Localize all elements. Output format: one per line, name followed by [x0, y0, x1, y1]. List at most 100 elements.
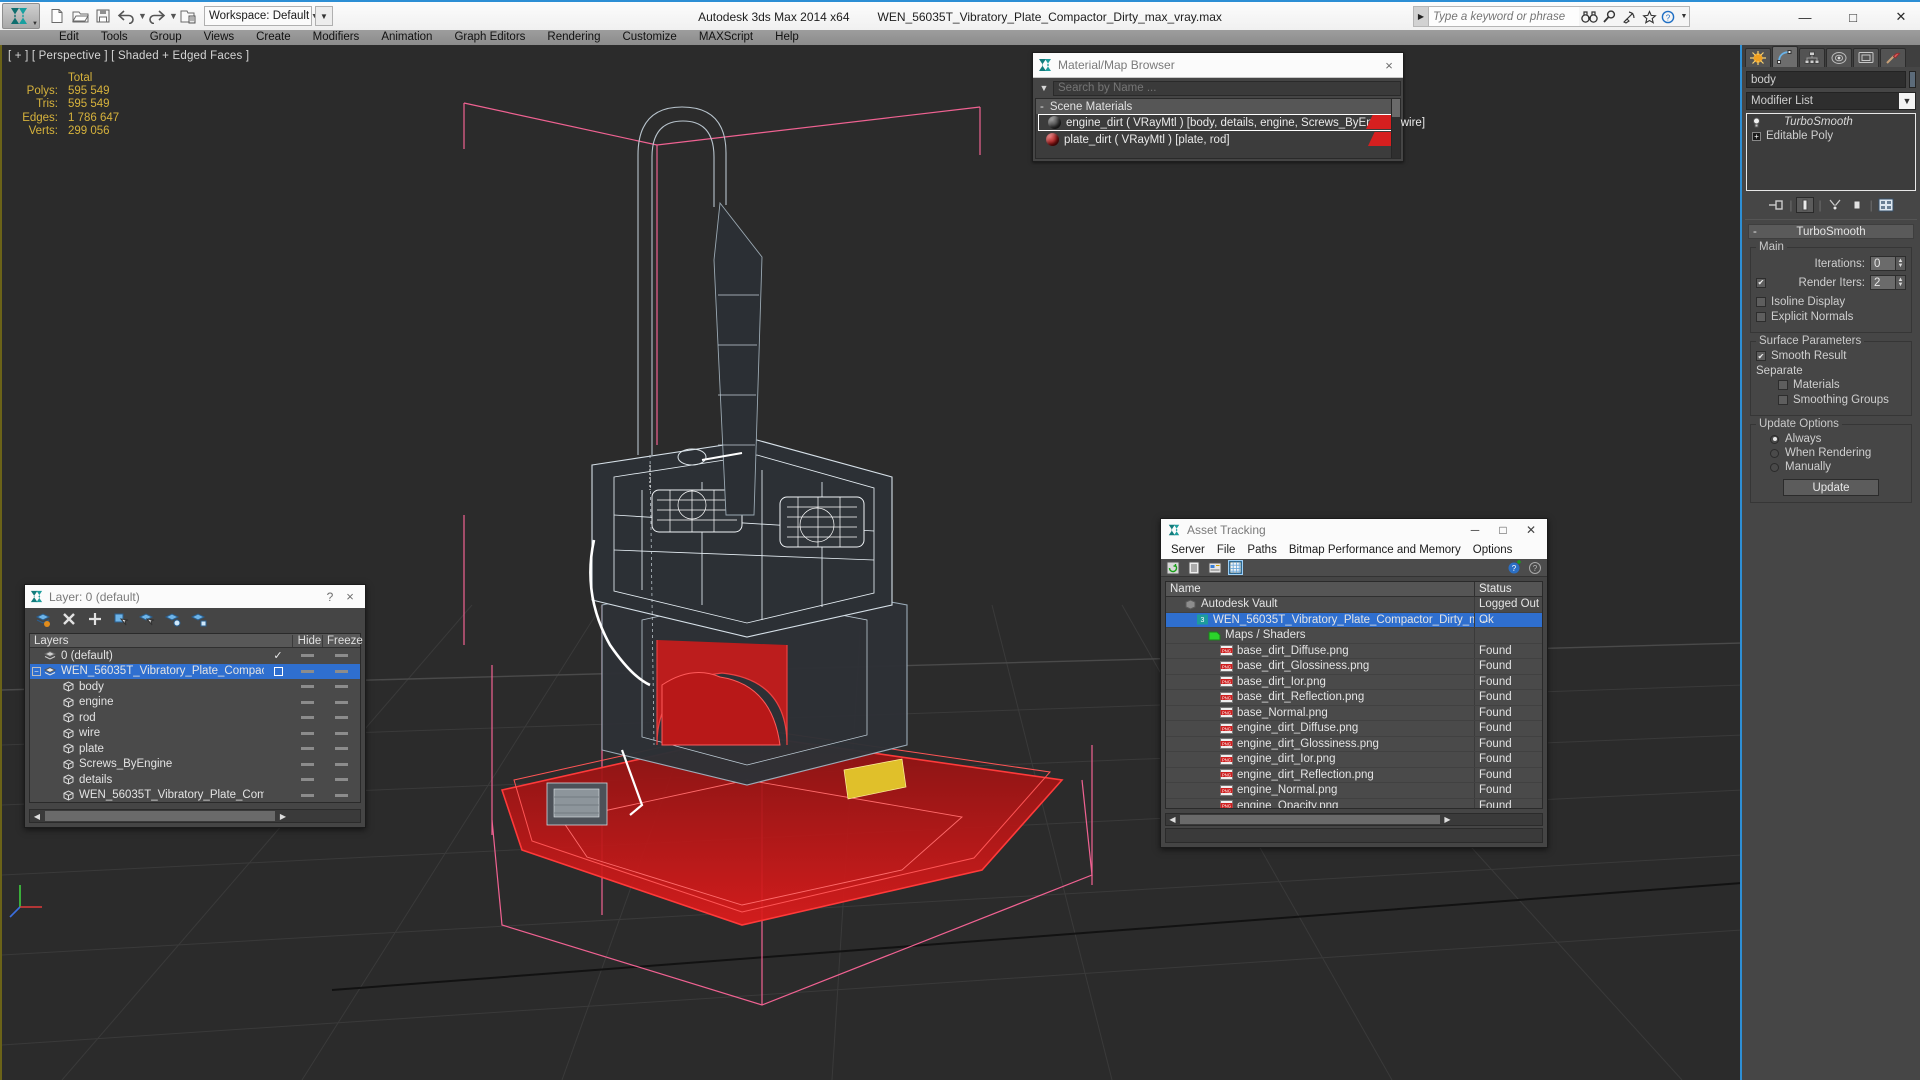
undo-icon[interactable]	[115, 4, 137, 28]
tab-utilities[interactable]	[1880, 48, 1906, 67]
hide-toggle[interactable]	[292, 700, 322, 704]
hide-toggle[interactable]	[292, 731, 322, 735]
layer-child-row[interactable]: details	[30, 772, 360, 788]
menu-graph-editors[interactable]: Graph Editors	[443, 30, 536, 45]
maximize-icon[interactable]: □	[1489, 523, 1517, 537]
asset-row[interactable]: PNG base_dirt_Ior.png Found	[1166, 674, 1542, 690]
set-project-folder-icon[interactable]	[177, 4, 199, 28]
menu-rendering[interactable]: Rendering	[536, 30, 611, 45]
modifier-stack-buttons[interactable]: | | |	[1742, 191, 1920, 217]
material-search-input[interactable]	[1053, 80, 1401, 96]
material-list-scrollbar[interactable]	[1391, 99, 1400, 158]
radio-icon[interactable]	[1770, 434, 1779, 444]
detail-view-icon[interactable]	[1207, 560, 1222, 575]
main-menubar[interactable]: Edit Tools Group Views Create Modifiers …	[0, 30, 1920, 45]
collapse-icon[interactable]: -	[1040, 101, 1044, 113]
hide-toggle[interactable]	[292, 716, 322, 720]
layer-current-check[interactable]: ✓	[264, 649, 292, 662]
layer-dialog-titlebar[interactable]: Layer: 0 (default) ? ×	[25, 585, 365, 608]
hide-toggle[interactable]	[292, 793, 322, 797]
radio-icon[interactable]	[1770, 462, 1779, 472]
scroll-right-icon[interactable]: ▶	[276, 812, 290, 821]
smooth-result-checkbox[interactable]	[1756, 351, 1766, 361]
maximize-button[interactable]: □	[1842, 6, 1864, 28]
search-input[interactable]	[1429, 7, 1579, 26]
workspace-selector[interactable]: Workspace: Default ▼	[204, 6, 318, 26]
add-layer-icon[interactable]	[87, 611, 103, 627]
help-question-icon[interactable]: ?	[1528, 560, 1543, 575]
layer-settings-icon[interactable]	[191, 611, 207, 627]
iterations-input[interactable]	[1870, 256, 1896, 271]
asset-row[interactable]: PNG engine_dirt_Glossiness.png Found	[1166, 736, 1542, 752]
workspace-dropdown-button[interactable]: ▼	[315, 6, 333, 26]
object-color-swatch[interactable]	[1909, 71, 1916, 88]
collapse-icon[interactable]: -	[1753, 226, 1757, 238]
chevron-down-icon[interactable]: ▼	[1899, 93, 1915, 109]
scroll-left-icon[interactable]: ◀	[30, 812, 44, 821]
minimize-button[interactable]: —	[1794, 6, 1816, 28]
tab-display[interactable]	[1853, 48, 1879, 67]
rollout-header[interactable]: - TurboSmooth	[1748, 224, 1914, 239]
help-icon[interactable]: ?	[1659, 7, 1679, 26]
expander-plus-icon[interactable]: +	[1752, 131, 1761, 141]
close-icon[interactable]: ×	[1379, 58, 1399, 73]
hide-toggle[interactable]	[292, 747, 322, 751]
remove-modifier-icon[interactable]	[1848, 197, 1866, 213]
layer-row-selected[interactable]: − WEN_56035T_Vibratory_Plate_Compactor_D…	[30, 663, 360, 679]
menu-modifiers[interactable]: Modifiers	[302, 30, 371, 45]
turbosmooth-rollout[interactable]: - TurboSmooth Main Iterations: ▲▼ ✔ Rend…	[1748, 224, 1914, 503]
communication-center-icon[interactable]	[1619, 7, 1639, 26]
menu-views[interactable]: Views	[193, 30, 245, 45]
asset-row[interactable]: PNG base_Normal.png Found	[1166, 705, 1542, 721]
tab-motion[interactable]	[1826, 48, 1852, 67]
scene-materials-group-header[interactable]: - Scene Materials	[1036, 99, 1400, 114]
menu-maxscript[interactable]: MAXScript	[688, 30, 764, 45]
menu-animation[interactable]: Animation	[370, 30, 443, 45]
layer-horizontal-scrollbar[interactable]: ◀ ▶	[29, 809, 361, 823]
material-row-plate-dirt[interactable]: plate_dirt ( VRayMtl ) [plate, rod]	[1036, 131, 1400, 148]
asset-tracking-titlebar[interactable]: Asset Tracking ─ □ ✕	[1161, 519, 1547, 541]
freeze-toggle[interactable]	[322, 700, 360, 704]
save-file-icon[interactable]	[92, 4, 114, 28]
update-option-manually[interactable]: Manually	[1756, 461, 1906, 473]
separate-smoothing-groups-row[interactable]: Smoothing Groups	[1756, 394, 1906, 406]
search-expand-icon[interactable]: ▶	[1414, 7, 1429, 26]
separate-smoothing-groups-checkbox[interactable]	[1778, 395, 1788, 405]
search-binoculars-icon[interactable]	[1579, 7, 1599, 26]
menu-options[interactable]: Options	[1467, 544, 1519, 556]
lightbulb-icon[interactable]	[1750, 117, 1763, 128]
info-center-search[interactable]: ▶ ? ▼	[1413, 6, 1690, 27]
close-icon[interactable]: ×	[339, 589, 361, 604]
iterations-spinner[interactable]: ▲ ▼	[1896, 256, 1906, 271]
freeze-toggle[interactable]	[322, 793, 360, 797]
modifier-list-dropdown[interactable]: Modifier List ▼	[1746, 92, 1916, 110]
menu-file[interactable]: File	[1211, 544, 1242, 556]
chevron-down-icon[interactable]: ▼	[32, 21, 38, 27]
material-browser-titlebar[interactable]: Material/Map Browser ×	[1033, 53, 1403, 78]
menu-help[interactable]: Help	[764, 30, 810, 45]
asset-tracking-toolbar[interactable]: ? ?	[1161, 559, 1547, 577]
asset-tracking-grid[interactable]: Name Status Autodesk Vault Logged Out ..…	[1165, 581, 1543, 809]
minimize-icon[interactable]: ─	[1461, 523, 1489, 537]
render-iters-field[interactable]: ✔ Render Iters: ▲▼	[1756, 275, 1906, 290]
separate-materials-checkbox[interactable]	[1778, 380, 1788, 390]
search-magnifier-icon[interactable]	[1599, 7, 1619, 26]
modifier-stack-item-editable-poly[interactable]: + Editable Poly	[1748, 129, 1914, 143]
quick-access-toolbar[interactable]: ▼ ▼ Workspace: Default ▼ ▼	[46, 3, 333, 29]
hide-toggle[interactable]	[292, 778, 322, 782]
asset-row[interactable]: PNG base_dirt_Diffuse.png Found	[1166, 643, 1542, 659]
open-file-icon[interactable]	[69, 4, 91, 28]
layer-child-row[interactable]: rod	[30, 710, 360, 726]
layer-child-row[interactable]: Screws_ByEngine	[30, 757, 360, 773]
isoline-display-checkbox[interactable]	[1756, 297, 1766, 307]
scrollbar-thumb[interactable]	[1180, 815, 1440, 824]
material-map-browser-dialog[interactable]: Material/Map Browser × ▼ - Scene Materia…	[1032, 52, 1425, 162]
modifier-stack-item-turbosmooth[interactable]: TurboSmooth	[1748, 115, 1914, 129]
redo-dropdown-icon[interactable]: ▼	[169, 11, 178, 21]
layer-dialog[interactable]: Layer: 0 (default) ? × Layers Hide Freez…	[24, 584, 366, 828]
layer-child-row[interactable]: WEN_56035T_Vibratory_Plate_Compactor_Dir…	[30, 788, 360, 804]
favorites-star-icon[interactable]	[1639, 7, 1659, 26]
list-view-icon[interactable]	[1186, 560, 1201, 575]
command-panel[interactable]: Modifier List ▼ TurboSmooth + Editable P…	[1740, 45, 1920, 1080]
pin-stack-icon[interactable]	[1767, 197, 1785, 213]
